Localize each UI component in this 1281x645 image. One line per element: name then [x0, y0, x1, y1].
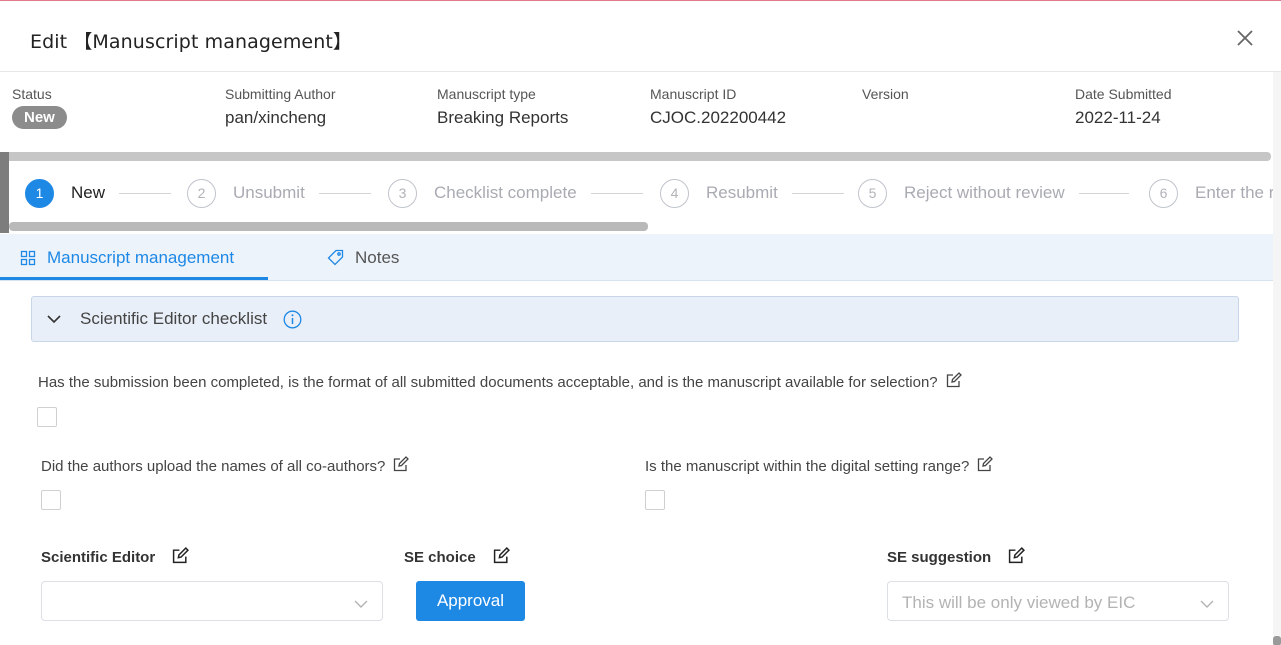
step-label: Enter the re — [1195, 183, 1281, 202]
panel-title: Scientific Editor checklist — [80, 309, 268, 328]
step-label: Reject without review — [904, 183, 1065, 202]
step-resubmit: 4 Resubmit — [660, 178, 844, 208]
edit-dialog: Edit 【Manuscript management】 Status New … — [0, 0, 1281, 645]
info-label: Manuscript type — [437, 86, 536, 102]
workflow-steps: 1 New 2 Unsubmit 3 Checklist complete 4 … — [0, 152, 1281, 233]
info-label: Status — [12, 86, 52, 102]
step-label: New — [71, 183, 106, 202]
step-number: 5 — [858, 178, 887, 208]
scientific-editor-checklist-header[interactable]: Scientific Editor checklist — [31, 296, 1239, 342]
edit-icon[interactable] — [493, 547, 510, 568]
vertical-scrollbar[interactable] — [1273, 72, 1281, 645]
edit-icon[interactable] — [393, 456, 410, 476]
horizontal-scrollbar-top[interactable] — [0, 152, 1271, 161]
step-number: 1 — [25, 178, 54, 208]
question-submission-complete: Has the submission been completed, is th… — [38, 372, 962, 392]
tab-bar: Manuscript management Notes — [0, 234, 1281, 281]
info-label: Submitting Author — [225, 86, 336, 102]
info-label: Version — [862, 86, 909, 102]
info-status: Status New — [12, 86, 67, 129]
se-choice-label: SE choice — [404, 547, 510, 568]
step-connector — [119, 192, 172, 194]
edit-icon[interactable] — [172, 547, 190, 568]
checkbox-co-authors[interactable] — [41, 490, 61, 510]
select-placeholder: This will be only viewed by EIC — [902, 593, 1136, 612]
step-checklist-complete: 3 Checklist complete — [388, 178, 643, 208]
status-badge: New — [12, 106, 67, 129]
info-value: CJOC.202200442 — [650, 108, 787, 127]
tab-notes[interactable]: Notes — [327, 234, 399, 281]
tab-manuscript-management[interactable]: Manuscript management — [20, 234, 234, 281]
step-reject-without-review: 5 Reject without review — [858, 178, 1129, 208]
edit-icon[interactable] — [977, 456, 994, 476]
checkbox-submission-complete[interactable] — [37, 407, 57, 427]
question-text: Did the authors upload the names of all … — [41, 457, 386, 475]
step-connector — [318, 192, 371, 194]
step-number: 2 — [187, 178, 216, 208]
dialog-header: Edit 【Manuscript management】 — [0, 1, 1281, 72]
info-date-submitted: Date Submitted 2022-11-24 — [1075, 86, 1172, 128]
edit-icon[interactable] — [946, 372, 962, 392]
approval-button[interactable]: Approval — [416, 581, 525, 621]
step-number: 6 — [1149, 178, 1178, 208]
field-label-text: Scientific Editor — [41, 549, 156, 566]
vertical-scrollbar-thumb[interactable] — [1273, 636, 1281, 645]
step-label: Unsubmit — [233, 183, 305, 202]
step-unsubmit: 2 Unsubmit — [187, 178, 371, 208]
scroll-edge — [0, 152, 9, 233]
step-connector — [791, 192, 844, 194]
step-new: 1 New — [25, 178, 172, 208]
info-submitting-author: Submitting Author pan/xincheng — [225, 86, 336, 128]
info-label: Manuscript ID — [650, 86, 737, 102]
step-connector — [1078, 192, 1129, 194]
step-label: Checklist complete — [434, 183, 577, 202]
info-label: Date Submitted — [1075, 86, 1172, 102]
info-manuscript-type: Manuscript type Breaking Reports — [437, 86, 568, 128]
tag-icon — [327, 249, 344, 266]
info-value: Breaking Reports — [437, 108, 569, 127]
step-label: Resubmit — [706, 183, 778, 202]
step-enter-review: 6 Enter the re — [1149, 178, 1281, 208]
info-icon[interactable] — [283, 310, 302, 329]
grid-icon — [20, 250, 36, 266]
step-number: 3 — [388, 178, 417, 208]
field-label-text: SE choice — [404, 549, 476, 566]
question-co-authors: Did the authors upload the names of all … — [41, 456, 410, 476]
question-text: Is the manuscript within the digital set… — [645, 457, 970, 475]
scientific-editor-select[interactable] — [41, 581, 383, 621]
field-label-text: SE suggestion — [887, 549, 992, 566]
question-digital-range: Is the manuscript within the digital set… — [645, 456, 994, 476]
info-manuscript-id: Manuscript ID CJOC.202200442 — [650, 86, 786, 128]
active-tab-indicator — [0, 277, 268, 280]
info-value: pan/xincheng — [225, 108, 327, 127]
step-number: 4 — [660, 178, 689, 208]
info-version: Version — [862, 86, 909, 108]
step-connector — [590, 192, 643, 194]
checkbox-digital-range[interactable] — [645, 490, 665, 510]
chevron-down-icon — [1200, 596, 1214, 614]
tab-label: Manuscript management — [47, 247, 235, 267]
question-text: Has the submission been completed, is th… — [38, 373, 938, 391]
info-value: 2022-11-24 — [1075, 108, 1161, 127]
dialog-title: Edit 【Manuscript management】 — [30, 31, 353, 53]
chevron-down-icon[interactable] — [46, 311, 62, 327]
close-icon[interactable] — [1232, 25, 1258, 51]
manuscript-info-row: Status New Submitting Author pan/xinchen… — [0, 72, 1281, 152]
se-suggestion-select[interactable]: This will be only viewed by EIC — [887, 581, 1229, 621]
tab-label: Notes — [355, 247, 400, 267]
edit-icon[interactable] — [1008, 547, 1026, 568]
chevron-down-icon — [354, 596, 368, 614]
se-suggestion-label: SE suggestion — [887, 547, 1026, 568]
scientific-editor-label: Scientific Editor — [41, 547, 190, 568]
horizontal-scrollbar-thumb[interactable] — [9, 222, 648, 231]
